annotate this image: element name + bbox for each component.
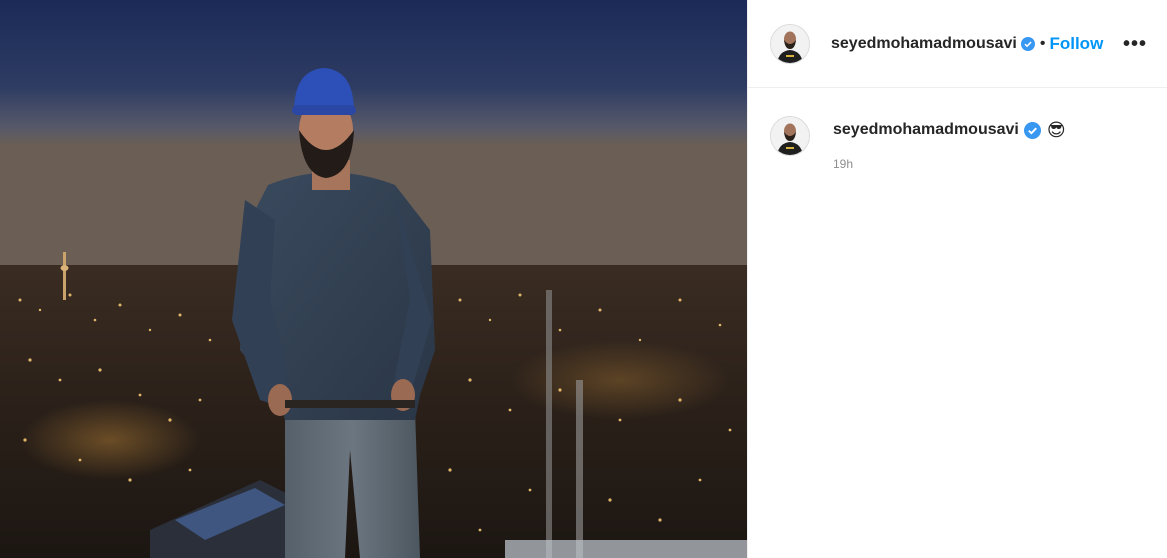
header-separator: • (1039, 34, 1046, 52)
follow-button[interactable]: Follow (1049, 34, 1103, 54)
post-header: seyedmohamadmousavi • Follow ••• (748, 0, 1167, 88)
post-photo[interactable] (0, 0, 747, 558)
caption-body: seyedmohamadmousavi 😎 19h (833, 116, 1066, 171)
avatar-image (771, 24, 809, 63)
night-city-photo (0, 0, 747, 558)
header-username[interactable]: seyedmohamadmousavi (831, 35, 1017, 53)
post-timestamp[interactable]: 19h (833, 157, 1066, 171)
caption-comment: seyedmohamadmousavi 😎 19h (748, 88, 1167, 171)
caption-line: seyedmohamadmousavi 😎 (833, 121, 1066, 139)
more-options-icon[interactable]: ••• (1119, 34, 1151, 54)
instagram-post: seyedmohamadmousavi • Follow ••• seyedmo… (0, 0, 1167, 558)
post-side-panel: seyedmohamadmousavi • Follow ••• seyedmo… (747, 0, 1167, 558)
caption-username[interactable]: seyedmohamadmousavi (833, 121, 1019, 139)
profile-avatar[interactable] (770, 23, 810, 64)
verified-badge-icon (1023, 121, 1041, 139)
avatar-image (771, 117, 809, 155)
caption-avatar[interactable] (770, 116, 810, 156)
caption-text: 😎 (1046, 120, 1066, 140)
verified-badge-icon (1020, 36, 1035, 51)
